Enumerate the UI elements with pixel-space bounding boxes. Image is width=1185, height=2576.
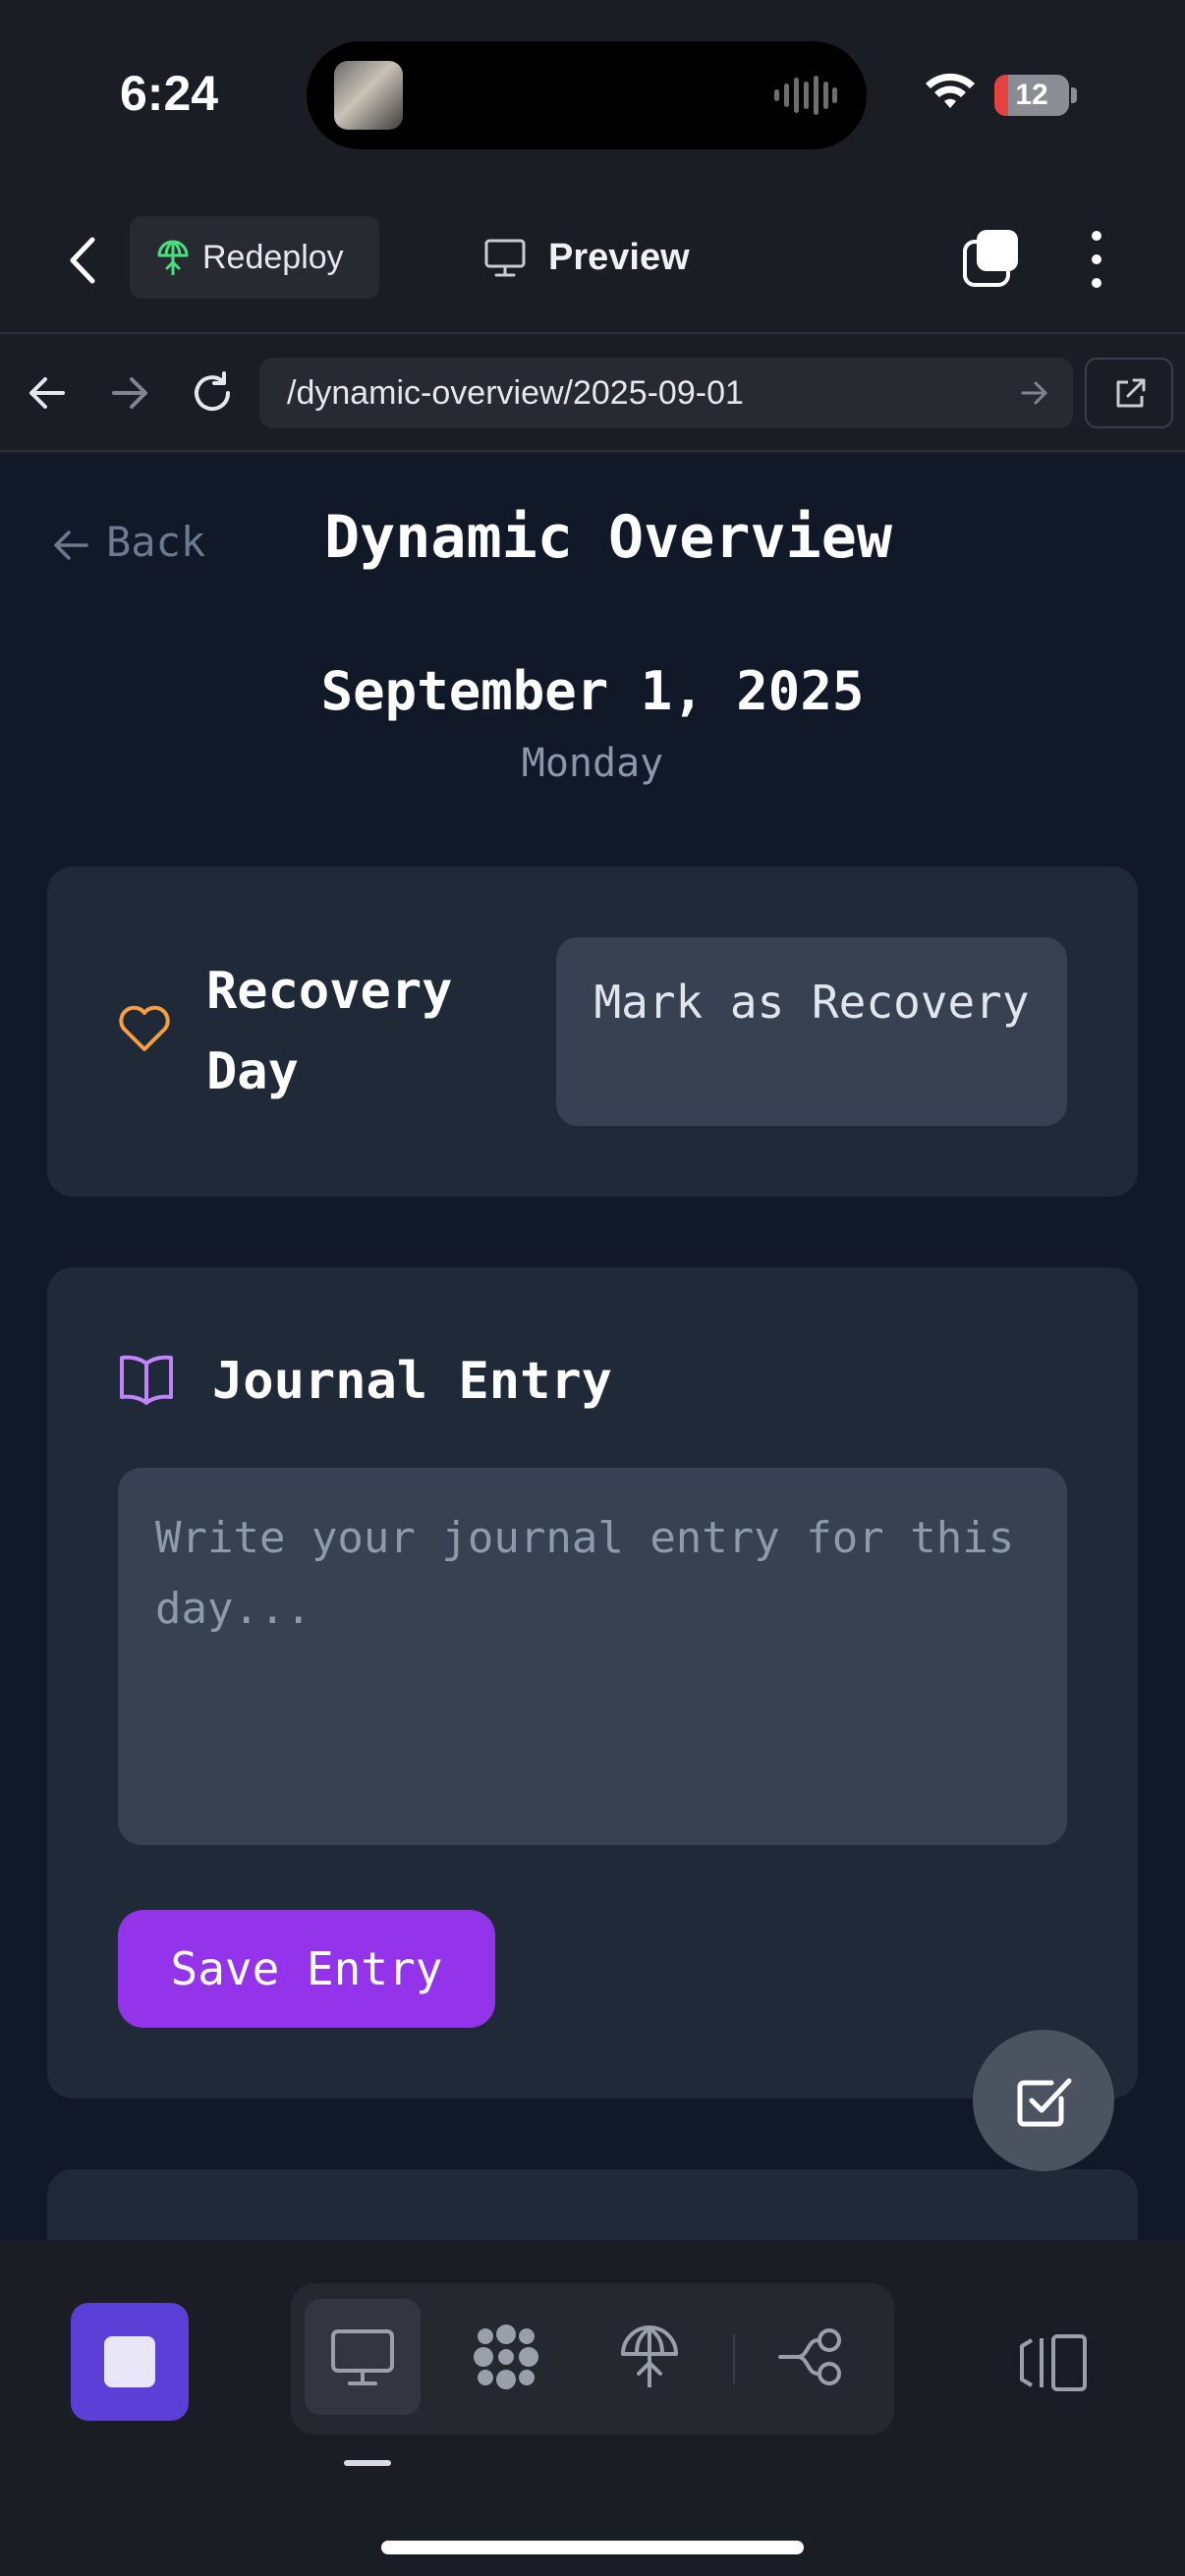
date-heading: September 1, 2025 <box>320 660 865 722</box>
media-thumbnail <box>334 61 403 130</box>
deploy-umbrella-icon <box>157 240 189 275</box>
mark-recovery-button[interactable]: Mark as Recovery <box>556 937 1067 1126</box>
bottom-toolbar <box>0 2240 1185 2576</box>
battery-indicator: 12 <box>994 75 1069 116</box>
home-indicator[interactable] <box>381 2541 804 2554</box>
side-panel-icon[interactable] <box>1018 2332 1091 2393</box>
chevron-left-icon[interactable] <box>59 226 108 295</box>
go-arrow-icon[interactable] <box>1020 379 1049 407</box>
url-bar: /dynamic-overview/2025-09-01 <box>0 334 1185 452</box>
url-field[interactable]: /dynamic-overview/2025-09-01 <box>259 358 1073 428</box>
arrow-left-icon[interactable] <box>24 369 71 417</box>
stop-icon <box>104 2336 155 2387</box>
arrow-right-icon[interactable] <box>106 369 153 417</box>
page-content: Back Dynamic Overview September 1, 2025 … <box>0 454 1185 2240</box>
view-switcher <box>291 2283 894 2435</box>
more-vertical-icon[interactable] <box>1081 228 1112 291</box>
tab-preview[interactable] <box>305 2299 421 2415</box>
active-tab-indicator <box>344 2460 391 2466</box>
monitor-icon <box>331 2329 394 2385</box>
url-text: /dynamic-overview/2025-09-01 <box>287 374 744 412</box>
journal-card: Journal Entry Save Entry <box>47 1267 1138 2099</box>
monitor-icon <box>484 239 526 277</box>
audio-wave-icon <box>774 76 837 115</box>
deploy-umbrella-icon <box>621 2325 678 2387</box>
flow-branch-icon <box>778 2328 841 2385</box>
wifi-icon <box>926 73 975 108</box>
tab-deploy[interactable] <box>592 2299 707 2415</box>
external-link-icon <box>1116 378 1146 408</box>
tab-flow[interactable] <box>755 2299 871 2415</box>
redeploy-label: Redeploy <box>202 239 344 276</box>
mark-recovery-label: Mark as Recovery <box>593 976 1030 1029</box>
page-title: Dynamic Overview <box>324 503 892 572</box>
checkbox-icon <box>1017 2078 1072 2127</box>
next-card <box>47 2169 1138 2240</box>
toolbar-divider <box>733 2334 735 2383</box>
journal-title: Journal Entry <box>212 1352 612 1411</box>
grid-dots-icon <box>474 2324 538 2389</box>
battery-level: 12 <box>1015 79 1048 111</box>
battery-tip <box>1071 87 1077 103</box>
recovery-title: Recovery Day <box>206 962 453 1101</box>
open-external-button[interactable] <box>1085 358 1173 428</box>
dynamic-island[interactable] <box>307 41 867 149</box>
preview-label: Preview <box>548 237 690 278</box>
stop-button[interactable] <box>71 2303 189 2421</box>
recovery-card: Recovery Day Mark as Recovery <box>47 867 1138 1197</box>
weekday-label: Monday <box>521 741 664 786</box>
book-open-icon <box>120 1355 173 1405</box>
tab-grid[interactable] <box>448 2299 564 2415</box>
status-time: 6:24 <box>120 66 219 121</box>
status-bar: 6:24 12 <box>0 0 1185 187</box>
journal-textarea[interactable] <box>118 1468 1067 1845</box>
checklist-fab[interactable] <box>973 2030 1114 2171</box>
tabs-icon[interactable] <box>961 228 1022 289</box>
app-header: Redeploy Preview <box>0 187 1185 334</box>
save-entry-button[interactable]: Save Entry <box>118 1910 495 2028</box>
reload-icon[interactable] <box>189 369 236 417</box>
heart-icon <box>119 1005 170 1051</box>
redeploy-button[interactable]: Redeploy <box>130 216 379 299</box>
